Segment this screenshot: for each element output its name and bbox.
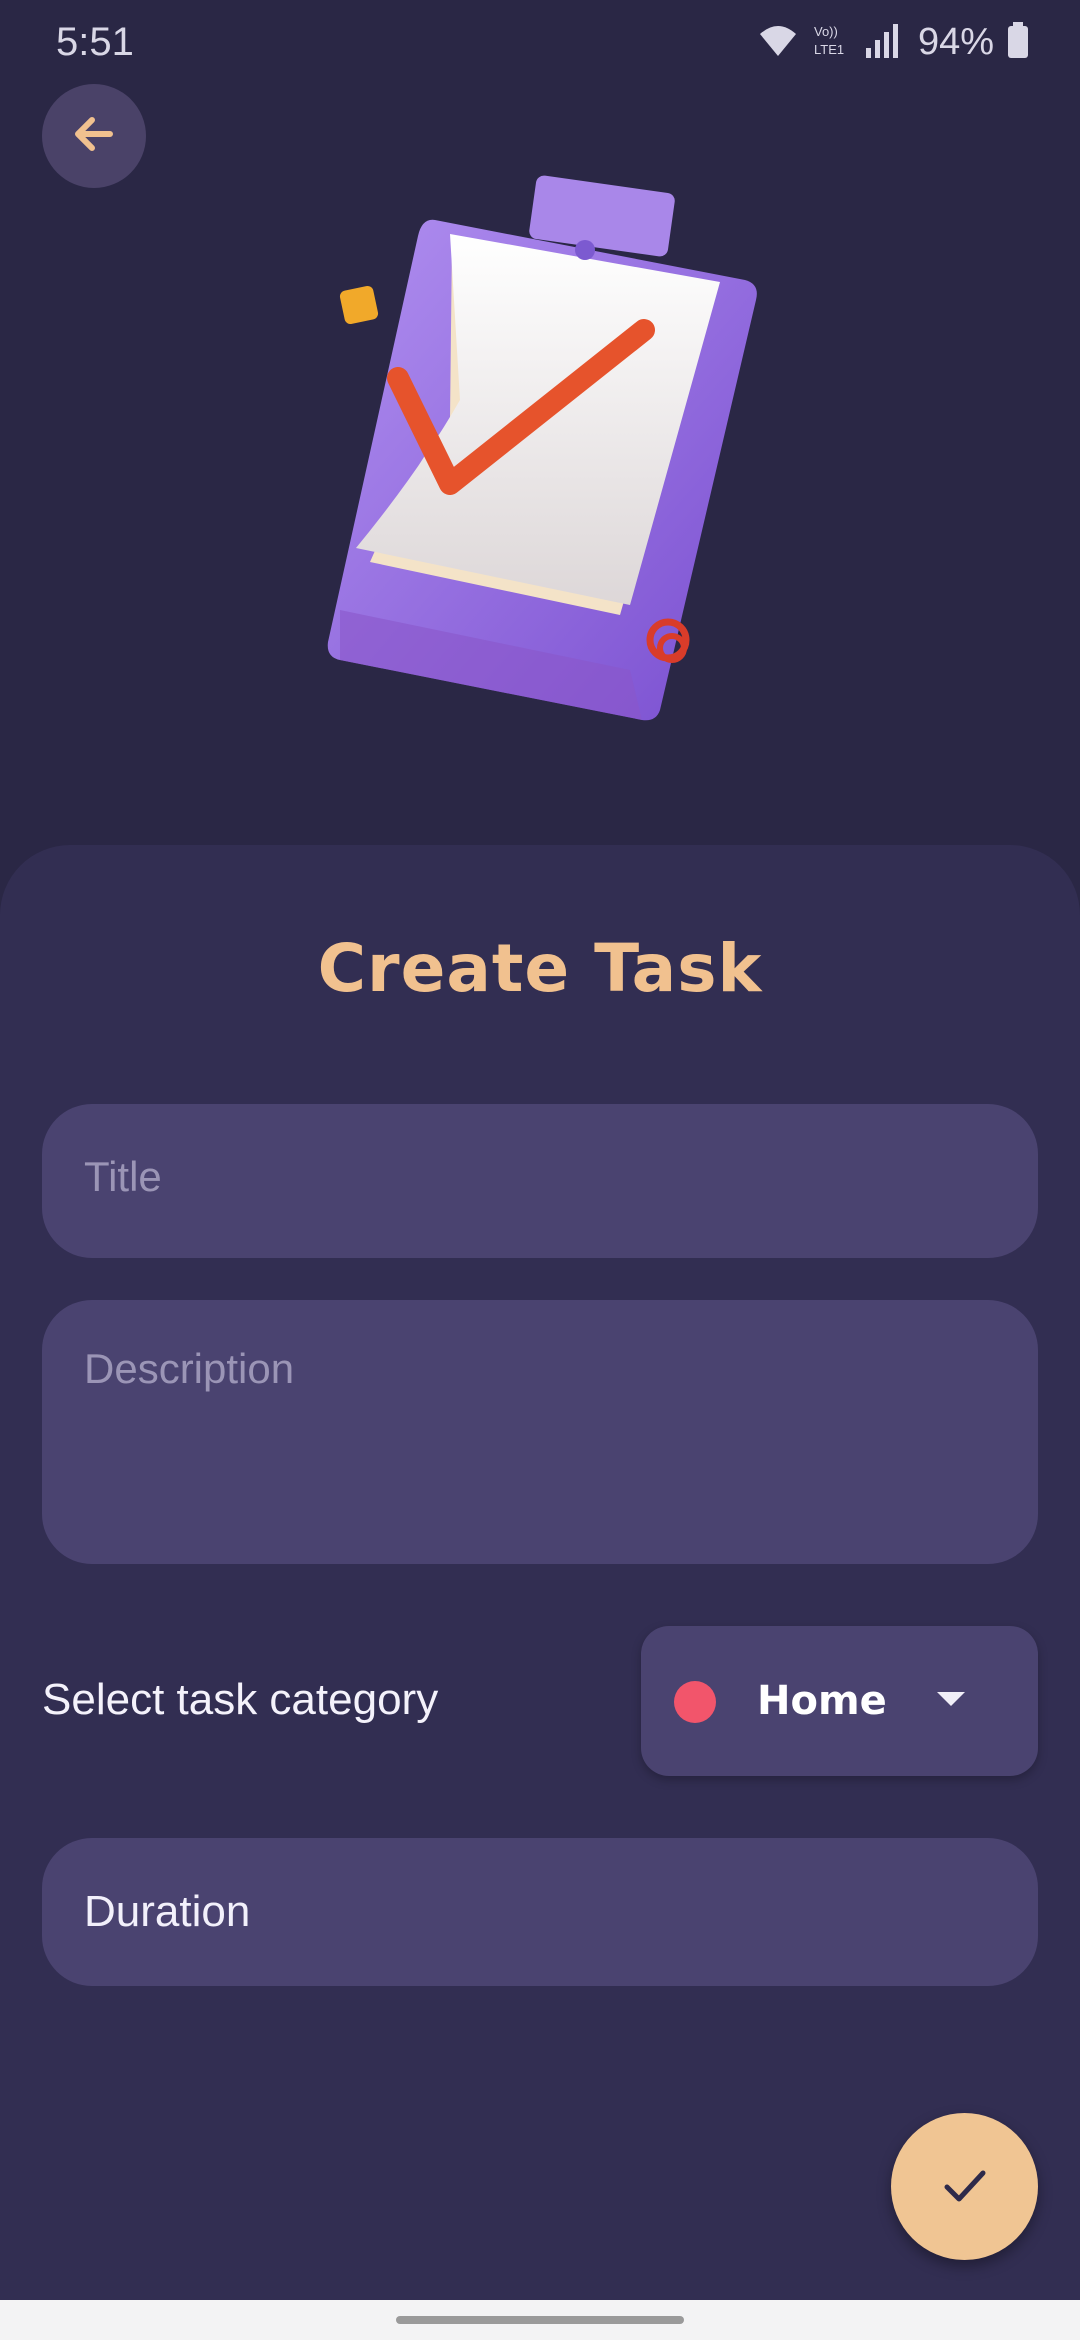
- checkmark-icon: [937, 2157, 993, 2217]
- category-dropdown[interactable]: Home: [641, 1626, 1038, 1776]
- home-gesture-handle[interactable]: [396, 2316, 684, 2324]
- arrow-left-icon: [70, 110, 118, 162]
- status-bar: 5:51 Vo)) LTE1 94%: [0, 0, 1080, 84]
- description-input[interactable]: Description: [42, 1300, 1038, 1564]
- battery-icon: [1006, 20, 1030, 64]
- status-time: 5:51: [56, 20, 134, 64]
- clipboard-checkmark-illustration: [300, 170, 800, 730]
- chevron-down-icon: [937, 1692, 965, 1706]
- signal-icon: [864, 20, 900, 64]
- wifi-icon: [756, 20, 800, 64]
- save-task-button[interactable]: [891, 2113, 1038, 2260]
- lte-icon: Vo)) LTE1: [812, 20, 852, 64]
- status-icons: Vo)) LTE1 94%: [756, 16, 1030, 68]
- category-color-dot: [674, 1681, 716, 1723]
- category-label: Select task category: [42, 1675, 439, 1724]
- back-button[interactable]: [42, 84, 146, 188]
- duration-field[interactable]: Duration: [42, 1838, 1038, 1986]
- svg-text:LTE1: LTE1: [814, 42, 844, 57]
- form-sheet: [0, 845, 1080, 2300]
- category-value: Home: [757, 1678, 887, 1724]
- title-input[interactable]: Title: [42, 1104, 1038, 1258]
- system-nav-bar: [0, 2300, 1080, 2340]
- page-title: Create Task: [317, 930, 763, 1007]
- battery-percent: 94%: [917, 20, 994, 63]
- create-task-screen: 5:51 Vo)) LTE1 94% Create Task Title Des…: [0, 0, 1080, 2340]
- svg-text:Vo)): Vo)): [814, 24, 838, 39]
